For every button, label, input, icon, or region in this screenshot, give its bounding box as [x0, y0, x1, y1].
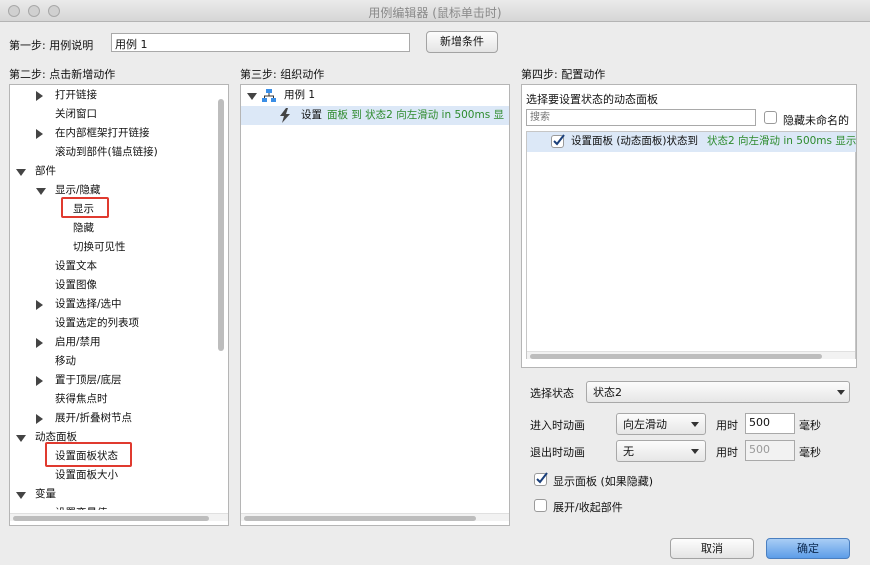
- exit-ms-label: 毫秒: [799, 446, 821, 459]
- lightning-icon: [279, 108, 291, 123]
- organize-actions-panel[interactable]: 用例 1 设置 面板 到 状态2 向左滑动 in 500ms 显: [240, 84, 510, 526]
- panel-list-hscroll[interactable]: [527, 351, 855, 359]
- action-tree-hscroll[interactable]: [10, 513, 228, 521]
- panel-select-heading: 选择要设置状态的动态面板: [526, 93, 658, 106]
- window-title: 用例编辑器 (鼠标单击时): [368, 6, 502, 20]
- enter-duration-input[interactable]: 500: [745, 413, 795, 434]
- chevron-down-icon: [691, 422, 699, 427]
- action-tree-item[interactable]: 变量: [35, 485, 56, 504]
- expand-arrow-icon[interactable]: [36, 338, 43, 348]
- title-bar: 用例编辑器 (鼠标单击时): [0, 0, 870, 22]
- action-tree-item[interactable]: 在内部框架打开链接: [55, 124, 150, 143]
- action-tree-item[interactable]: 启用/禁用: [55, 333, 101, 352]
- collapse-arrow-icon[interactable]: [36, 188, 46, 195]
- use-case-editor-window: 用例编辑器 (鼠标单击时) 第一步: 用例说明 用例 1 新增条件 第二步: 点…: [0, 0, 870, 565]
- action-tree-item[interactable]: 获得焦点时: [55, 390, 108, 409]
- action-tree-item[interactable]: 移动: [55, 352, 76, 371]
- action-tree-item[interactable]: 置于顶层/底层: [55, 371, 122, 390]
- show-panel-label: 显示面板 (如果隐藏): [553, 475, 654, 488]
- ok-button[interactable]: 确定: [766, 538, 850, 559]
- panel-search-input[interactable]: [526, 109, 756, 126]
- panel-list[interactable]: 设置面板 (动态面板)状态到 状态2 向左滑动 in 500ms 显示: [526, 131, 856, 359]
- action-detail: 面板 到 状态2 向左滑动 in 500ms 显: [327, 109, 505, 121]
- case-name-input[interactable]: 用例 1: [111, 33, 410, 52]
- configure-panel-box: 选择要设置状态的动态面板 隐藏未命名的 设置面板 (动态面板)状态到 状态2 向…: [521, 84, 857, 368]
- exit-anim-value: 无: [623, 445, 634, 458]
- highlight-show: [61, 197, 109, 218]
- action-tree-item[interactable]: 设置面板大小: [55, 466, 118, 485]
- hide-unnamed-checkbox[interactable]: [764, 111, 777, 124]
- action-tree[interactable]: 打开链接 关闭窗口 在内部框架打开链接 滚动到部件(锚点链接) 部件 显示/隐藏 显示 隐藏切…: [9, 84, 229, 526]
- case-collapse-icon[interactable]: [247, 93, 257, 100]
- select-state-dropdown[interactable]: 状态2: [586, 381, 850, 403]
- add-condition-button[interactable]: 新增条件: [426, 31, 498, 53]
- action-tree-item[interactable]: 隐藏: [73, 219, 94, 238]
- expand-arrow-icon[interactable]: [36, 91, 43, 101]
- exit-anim-label: 退出时动画: [530, 446, 585, 459]
- action-tree-vscroll[interactable]: [218, 99, 224, 351]
- action-prefix: 设置: [301, 109, 322, 121]
- select-state-value: 状态2: [593, 386, 622, 399]
- step1-label: 第一步: 用例说明: [9, 39, 94, 52]
- step2-label: 第二步: 点击新增动作: [9, 68, 116, 81]
- collapse-arrow-icon[interactable]: [16, 435, 26, 442]
- enter-duration-label: 用时: [716, 419, 738, 432]
- chevron-down-icon: [837, 390, 845, 395]
- organize-hscroll[interactable]: [241, 513, 509, 521]
- panel-item-detail: 状态2 向左滑动 in 500ms 显示: [707, 135, 857, 147]
- enter-anim-dropdown[interactable]: 向左滑动: [616, 413, 706, 435]
- expand-arrow-icon[interactable]: [36, 300, 43, 310]
- exit-duration-label: 用时: [716, 446, 738, 459]
- chevron-down-icon: [691, 449, 699, 454]
- enter-anim-label: 进入时动画: [530, 419, 585, 432]
- case-tree-icon: [262, 89, 276, 103]
- action-tree-item[interactable]: 设置变量值: [55, 504, 108, 510]
- action-tree-item[interactable]: 设置选定的列表项: [55, 314, 139, 333]
- expand-arrow-icon[interactable]: [36, 414, 43, 424]
- hide-unnamed-label: 隐藏未命名的: [783, 114, 849, 127]
- collapse-arrow-icon[interactable]: [16, 169, 26, 176]
- panel-list-item[interactable]: 设置面板 (动态面板)状态到 状态2 向左滑动 in 500ms 显示: [527, 132, 857, 152]
- exit-anim-dropdown[interactable]: 无: [616, 440, 706, 462]
- action-tree-item[interactable]: 设置选择/选中: [55, 295, 122, 314]
- action-row[interactable]: 设置 面板 到 状态2 向左滑动 in 500ms 显: [241, 106, 509, 125]
- enter-ms-label: 毫秒: [799, 419, 821, 432]
- step4-label: 第四步: 配置动作: [521, 68, 606, 81]
- enter-anim-value: 向左滑动: [623, 418, 667, 431]
- action-tree-item[interactable]: 展开/折叠树节点: [55, 409, 132, 428]
- expand-collapse-checkbox[interactable]: [534, 499, 547, 512]
- cancel-button[interactable]: 取消: [670, 538, 754, 559]
- action-tree-item[interactable]: 设置文本: [55, 257, 97, 276]
- action-tree-item[interactable]: 滚动到部件(锚点链接): [55, 143, 158, 162]
- highlight-set-panel-state: [45, 442, 132, 467]
- panel-item-prefix: 设置面板 (动态面板)状态到: [571, 135, 699, 147]
- expand-collapse-label: 展开/收起部件: [553, 501, 623, 514]
- collapse-arrow-icon[interactable]: [16, 492, 26, 499]
- action-tree-item[interactable]: 打开链接: [55, 86, 97, 105]
- action-tree-item[interactable]: 切换可见性: [73, 238, 126, 257]
- action-tree-item[interactable]: 设置图像: [55, 276, 97, 295]
- expand-arrow-icon[interactable]: [36, 129, 43, 139]
- select-state-label: 选择状态: [530, 387, 574, 400]
- exit-duration-input[interactable]: 500: [745, 440, 795, 461]
- show-panel-checkbox[interactable]: [534, 472, 548, 486]
- expand-arrow-icon[interactable]: [36, 376, 43, 386]
- step3-label: 第三步: 组织动作: [240, 68, 325, 81]
- action-tree-item[interactable]: 部件: [35, 162, 56, 181]
- action-tree-item[interactable]: 关闭窗口: [55, 105, 97, 124]
- case-label[interactable]: 用例 1: [284, 86, 315, 105]
- panel-item-checkbox[interactable]: [551, 134, 565, 148]
